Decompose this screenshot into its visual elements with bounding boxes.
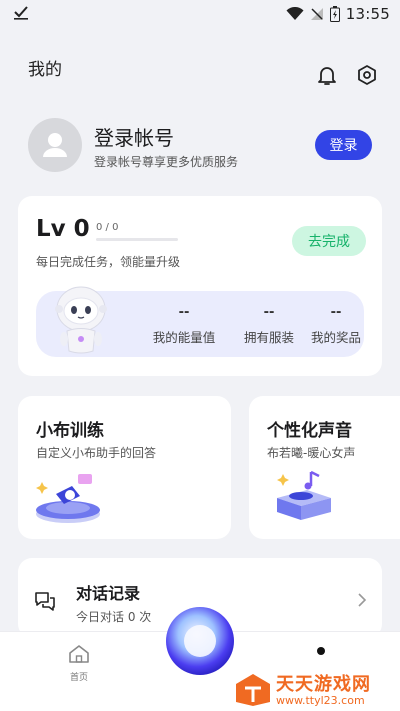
tab-indicator-dot[interactable] [317,647,325,655]
chat-history-subtitle: 今日对话 0 次 [76,610,152,624]
training-title: 小布训练 [36,421,104,441]
watermark-logo-icon [236,674,270,706]
check-icon [14,6,28,20]
stats-panel: -- 我的能量值 -- 拥有服装 -- 我的奖品 [36,286,364,357]
no-signal-icon [310,8,323,20]
voice-subtitle: 布若曦-暖心女声 [267,446,356,460]
header-actions [316,64,378,86]
voice-title: 个性化声音 [267,421,352,441]
bell-icon[interactable] [316,64,338,86]
watermark: 天天游戏网 www.ttyl23.com [232,670,400,710]
home-icon [69,645,89,663]
training-card[interactable]: 小布训练 自定义小布助手的回答 [18,396,231,539]
level-card: Lv 0 0 / 0 每日完成任务，领能量升级 去完成 -- 我的能量值 -- … [18,196,382,376]
wifi-icon [286,7,304,20]
watermark-url: www.ttyl23.com [276,694,365,707]
record-player-icon [277,470,331,520]
login-button[interactable]: 登录 [315,130,372,160]
settings-icon[interactable] [356,64,378,86]
tab-home-label: 首页 [69,673,88,683]
status-time: 13:55 [345,5,390,23]
login-title[interactable]: 登录帐号 [94,122,174,151]
training-illustration-icon [36,474,100,523]
user-icon [43,133,67,157]
level-progress-text: 0 / 0 [96,222,119,233]
status-bar: 13:55 [0,0,400,28]
chat-history-title: 对话记录 [76,584,141,603]
level-subtitle: 每日完成任务，领能量升级 [36,255,181,269]
bottom-tab-bar: 首页 天天游戏网 www.ttyl23.com [0,607,400,711]
level-title: Lv 0 [36,216,90,242]
page-title: 我的 [28,60,62,80]
chevron-right-icon [358,593,367,607]
profile-section: 登录帐号 登录帐号尊享更多优质服务 登录 [28,118,378,178]
stat-prizes[interactable]: -- 我的奖品 [286,305,386,346]
assistant-orb-icon[interactable] [163,604,237,678]
training-subtitle: 自定义小布助手的回答 [36,446,157,460]
chat-bubbles-icon [35,592,55,611]
level-progress-bar [96,238,178,241]
login-subtitle: 登录帐号尊享更多优质服务 [94,155,239,169]
robot-mascot-icon [55,286,107,354]
watermark-title: 天天游戏网 [276,674,371,695]
tab-home[interactable]: 首页 [62,644,96,683]
stat-prizes-label: 我的奖品 [310,330,361,345]
avatar[interactable] [28,118,82,172]
battery-icon [329,6,340,22]
voice-card[interactable]: 个性化声音 布若曦-暖心女声 [249,396,400,539]
stat-prizes-value: -- [330,305,342,320]
complete-tasks-button[interactable]: 去完成 [292,226,366,256]
